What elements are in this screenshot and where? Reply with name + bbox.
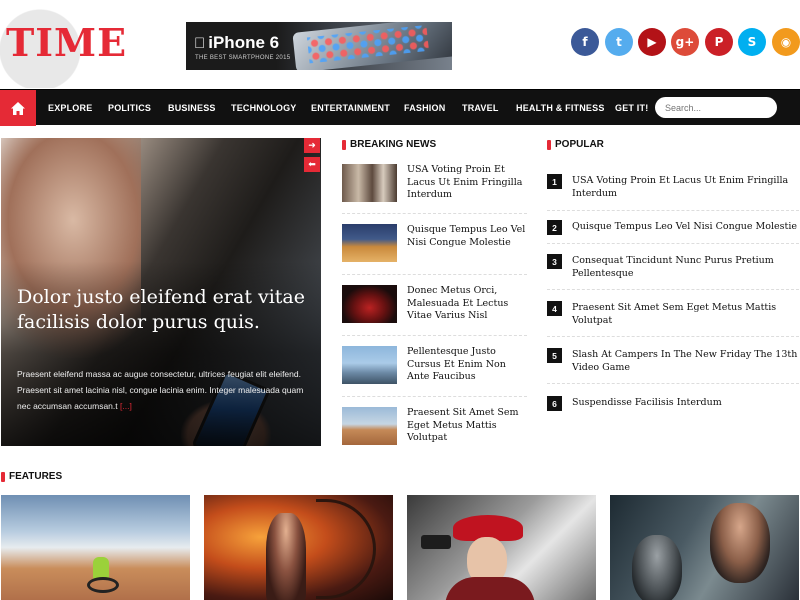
- featured-excerpt-text: Praesent eleifend massa ac augue consect…: [17, 369, 304, 411]
- popular-divider: [547, 383, 799, 384]
- read-more-link[interactable]: [...]: [120, 401, 132, 411]
- nav-item-explore[interactable]: EXPLORE: [48, 90, 92, 126]
- popular-title[interactable]: Slash At Campers In The New Friday The 1…: [572, 348, 800, 374]
- popular-rank: 2: [547, 220, 562, 235]
- skype-icon[interactable]: S: [738, 28, 766, 56]
- popular-title[interactable]: Quisque Tempus Leo Vel Nisi Congue Moles…: [572, 220, 800, 233]
- popular-divider: [547, 243, 799, 244]
- featured-title[interactable]: Dolor justo eleifend erat vitae facilisi…: [17, 285, 312, 335]
- news-title[interactable]: Praesent Sit Amet Sem Eget Metus Mattis …: [407, 407, 529, 445]
- nav-item-fashion[interactable]: FASHION: [404, 90, 445, 126]
- popular-title[interactable]: Suspendisse Facilisis Interdum: [572, 396, 800, 409]
- popular-divider: [547, 336, 799, 337]
- news-divider: [342, 396, 527, 397]
- news-thumbnail-rally: [342, 224, 397, 262]
- main-nav: EXPLORE POLITICS BUSINESS TECHNOLOGY ENT…: [0, 89, 800, 126]
- ad-phone-image: [292, 22, 452, 70]
- popular-divider: [547, 289, 799, 290]
- nav-item-entertainment[interactable]: ENTERTAINMENT: [311, 90, 390, 126]
- pinterest-icon[interactable]: P: [705, 28, 733, 56]
- home-icon: [11, 101, 25, 115]
- ad-subtitle: THE BEST SMARTPHONE 2015: [195, 55, 291, 61]
- feature-card-archer[interactable]: [204, 495, 393, 600]
- news-title[interactable]: Pellentesque Justo Cursus Et Enim Non An…: [407, 346, 529, 384]
- news-title[interactable]: USA Voting Proin Et Lacus Ut Enim Fringi…: [407, 164, 529, 202]
- nav-item-technology[interactable]: TECHNOLOGY: [231, 90, 297, 126]
- ad-title-text: iPhone 6: [197, 33, 279, 52]
- slide-prev-arrow-icon[interactable]: ⬅: [304, 157, 320, 172]
- news-item[interactable]: USA Voting Proin Et Lacus Ut Enim Fringi…: [342, 164, 527, 214]
- popular-divider: [547, 210, 799, 211]
- archer-figure: [266, 513, 306, 600]
- wizard-figure: [632, 535, 682, 600]
- rss-icon[interactable]: ◉: [772, 28, 800, 56]
- popular-title[interactable]: Consequat Tincidunt Nunc Purus Pretium P…: [572, 254, 800, 280]
- site-header: TIME iPhone 6 THE BEST SMARTPHONE 2015 …: [0, 0, 800, 88]
- nav-item-get-it[interactable]: GET IT!: [615, 90, 648, 126]
- feature-card-agent[interactable]: [407, 495, 596, 600]
- nav-item-politics[interactable]: POLITICS: [108, 90, 151, 126]
- breaking-news-heading: BREAKING NEWS: [342, 139, 436, 150]
- popular-rank: 4: [547, 301, 562, 316]
- apple-icon: : [194, 35, 205, 52]
- news-item[interactable]: Praesent Sit Amet Sem Eget Metus Mattis …: [342, 407, 527, 457]
- news-thumbnail-desert: [342, 407, 397, 445]
- news-item[interactable]: Quisque Tempus Leo Vel Nisi Congue Moles…: [342, 224, 527, 274]
- ad-banner[interactable]: iPhone 6 THE BEST SMARTPHONE 2015: [186, 22, 452, 70]
- hobbit-figure: [710, 503, 770, 583]
- news-divider: [342, 274, 527, 275]
- twitter-icon[interactable]: t: [605, 28, 633, 56]
- news-item[interactable]: Pellentesque Justo Cursus Et Enim Non An…: [342, 346, 527, 396]
- news-thumbnail-skyline: [342, 346, 397, 384]
- features-heading: FEATURES: [1, 471, 62, 482]
- news-thumbnail-city: [342, 164, 397, 202]
- pistol-shape: [421, 535, 451, 549]
- feature-card-hobbit[interactable]: [610, 495, 799, 600]
- feature-card-cyclist[interactable]: [1, 495, 190, 600]
- slide-next-arrow-icon[interactable]: ➜: [304, 138, 320, 153]
- nav-item-health-fitness[interactable]: HEALTH & FITNESS: [516, 90, 605, 126]
- home-button[interactable]: [0, 90, 36, 126]
- news-title[interactable]: Quisque Tempus Leo Vel Nisi Congue Moles…: [407, 224, 529, 249]
- featured-excerpt: Praesent eleifend massa ac augue consect…: [17, 366, 315, 414]
- site-logo[interactable]: TIME: [6, 20, 127, 65]
- news-title[interactable]: Donec Metus Orci, Malesuada Et Lectus Vi…: [407, 285, 529, 323]
- nav-item-travel[interactable]: TRAVEL: [462, 90, 499, 126]
- bow-shape: [316, 499, 376, 599]
- googleplus-icon[interactable]: g+: [671, 28, 699, 56]
- popular-rank: 5: [547, 348, 562, 363]
- bike-wheels: [87, 577, 119, 593]
- agent-coat: [445, 577, 535, 600]
- nav-item-business[interactable]: BUSINESS: [168, 90, 216, 126]
- news-divider: [342, 213, 527, 214]
- cyclist-figure: [93, 557, 109, 579]
- popular-title[interactable]: Praesent Sit Amet Sem Eget Metus Mattis …: [572, 301, 800, 327]
- news-divider: [342, 335, 527, 336]
- facebook-icon[interactable]: f: [571, 28, 599, 56]
- youtube-icon[interactable]: ▶: [638, 28, 666, 56]
- popular-heading: POPULAR: [547, 139, 604, 150]
- popular-title[interactable]: USA Voting Proin Et Lacus Ut Enim Fringi…: [572, 174, 800, 200]
- popular-rank: 1: [547, 174, 562, 189]
- ad-title: iPhone 6: [194, 33, 279, 53]
- popular-rank: 3: [547, 254, 562, 269]
- news-item[interactable]: Donec Metus Orci, Malesuada Et Lectus Vi…: [342, 285, 527, 335]
- news-thumbnail-stadium: [342, 285, 397, 323]
- popular-rank: 6: [547, 396, 562, 411]
- search-input[interactable]: [655, 97, 777, 118]
